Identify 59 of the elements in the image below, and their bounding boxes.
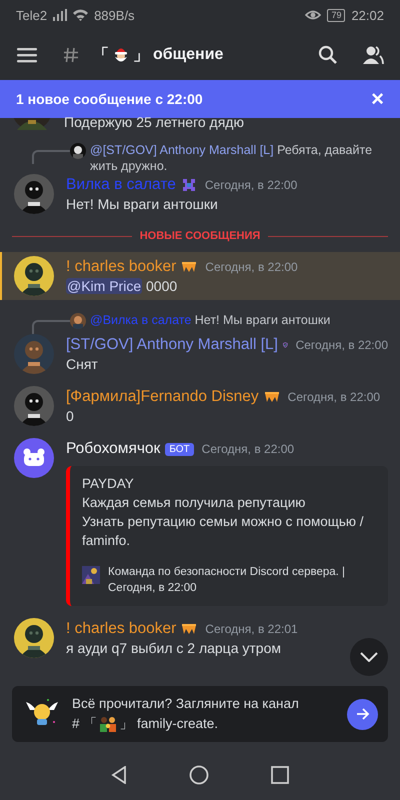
- author-name[interactable]: [ST/GOV] Anthony Marshall [L]: [66, 336, 278, 354]
- battery-level: 79: [327, 8, 346, 22]
- wifi-icon: [73, 9, 88, 21]
- channel-name: общение: [153, 46, 224, 64]
- embed-text: Узнать репутацию семьи можно с помощью / faminfo.: [82, 513, 365, 550]
- scroll-down-button[interactable]: [350, 638, 388, 676]
- home-icon[interactable]: [189, 765, 209, 785]
- timestamp: Сегодня, в 22:01: [205, 622, 298, 636]
- menu-icon[interactable]: [17, 47, 37, 63]
- family-icon: [99, 716, 118, 732]
- message-text: 0: [66, 408, 75, 424]
- crown-icon: [181, 623, 198, 635]
- timestamp: Сегодня, в 22:00: [204, 178, 298, 192]
- message-text: @Kim Price 0000: [66, 278, 178, 294]
- author-name[interactable]: ! charles booker: [66, 258, 176, 276]
- message-text: Снят: [66, 356, 99, 372]
- recents-icon[interactable]: [271, 766, 289, 784]
- hashtag-icon: [63, 47, 79, 63]
- prompt-text: Всё прочитали? Загляните на канал: [72, 695, 300, 713]
- carrier-name: Tele2: [16, 8, 48, 22]
- pixel-icon: [180, 177, 197, 193]
- timestamp: Сегодня, в 22:00: [296, 338, 388, 352]
- search-icon[interactable]: [318, 45, 338, 65]
- embed-title: PAYDAY: [82, 475, 135, 493]
- new-message-banner[interactable]: 1 новое сообщение с 22:00 ×: [0, 80, 400, 118]
- embed-footer: Команда по безопасности Discord сервера. | Сегодня, в 22:00: [108, 564, 374, 596]
- reply-connector: [32, 150, 70, 164]
- reply-preview[interactable]: @[ST/GOV] Anthony Marshall [L] Ребята, давайте жить дружно.: [90, 142, 388, 174]
- arrow-icon: [356, 708, 370, 720]
- close-button[interactable]: ×: [371, 86, 384, 112]
- network-speed: 889B/s: [94, 8, 135, 22]
- channel-bracket: 「: [93, 46, 109, 66]
- timestamp: Сегодня, в 22:00: [205, 260, 298, 274]
- back-icon[interactable]: [111, 766, 127, 784]
- bot-tag: БОТ: [165, 442, 194, 456]
- santa-icon: [113, 46, 129, 64]
- message-text: Нет! Мы враги антошки: [66, 196, 219, 212]
- chevron-icon: [360, 652, 378, 662]
- author-name[interactable]: ! charles booker: [66, 620, 176, 638]
- timestamp: Сегодня, в 22:00: [202, 442, 294, 456]
- eye-icon: [305, 9, 322, 21]
- channel-link[interactable]: 」 family-create.: [119, 714, 218, 734]
- author-name[interactable]: [Фармила]Fernando Disney: [66, 388, 259, 406]
- new-messages-divider: НОВЫЕ СООБЩЕНИЯ: [140, 230, 260, 242]
- author-name[interactable]: Робохомячок: [66, 440, 160, 458]
- message-text: я ауди q7 выбил с 2 ларца утром: [66, 640, 282, 656]
- banner-text: 1 новое сообщение с 22:00: [16, 91, 203, 107]
- clock-time: 22:02: [351, 8, 384, 22]
- go-to-channel-button[interactable]: [347, 698, 378, 730]
- timestamp: Сегодня, в 22:00: [288, 390, 380, 404]
- channel-link[interactable]: # 「: [72, 714, 98, 734]
- embed-text: Каждая семья получила репутацию: [82, 494, 306, 512]
- reply-preview[interactable]: @Вилка в салате Нет! Мы враги антошки: [90, 312, 330, 328]
- channel-bracket: 」: [133, 46, 149, 66]
- crown-icon: [264, 391, 280, 403]
- avatar-icon[interactable]: [14, 438, 54, 478]
- signal-icon: [53, 9, 68, 21]
- members-icon[interactable]: [362, 45, 384, 65]
- crown-icon: [181, 261, 198, 273]
